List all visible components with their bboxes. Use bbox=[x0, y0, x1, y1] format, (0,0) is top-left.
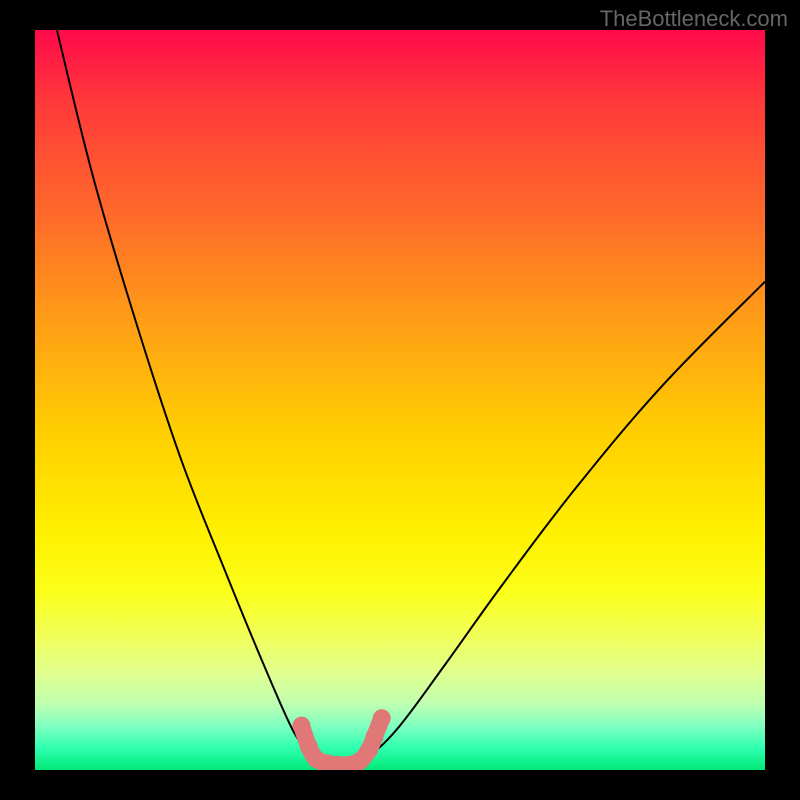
marker-point bbox=[329, 756, 347, 770]
curve-left-curve bbox=[57, 30, 342, 766]
marker-point bbox=[307, 750, 325, 768]
marker-point bbox=[340, 756, 358, 770]
chart-plot-area bbox=[35, 30, 765, 770]
marker-group bbox=[292, 709, 390, 770]
chart-svg bbox=[35, 30, 765, 770]
marker-point bbox=[360, 740, 378, 758]
marker-point bbox=[292, 717, 310, 735]
marker-point bbox=[373, 709, 391, 727]
curve-group bbox=[57, 30, 765, 766]
curve-right-curve bbox=[342, 282, 765, 766]
watermark-text: TheBottleneck.com bbox=[600, 6, 788, 32]
marker-point bbox=[318, 754, 336, 770]
marker-connector bbox=[301, 718, 381, 765]
marker-point bbox=[351, 752, 369, 770]
marker-point bbox=[300, 737, 318, 755]
marker-point bbox=[365, 728, 383, 746]
